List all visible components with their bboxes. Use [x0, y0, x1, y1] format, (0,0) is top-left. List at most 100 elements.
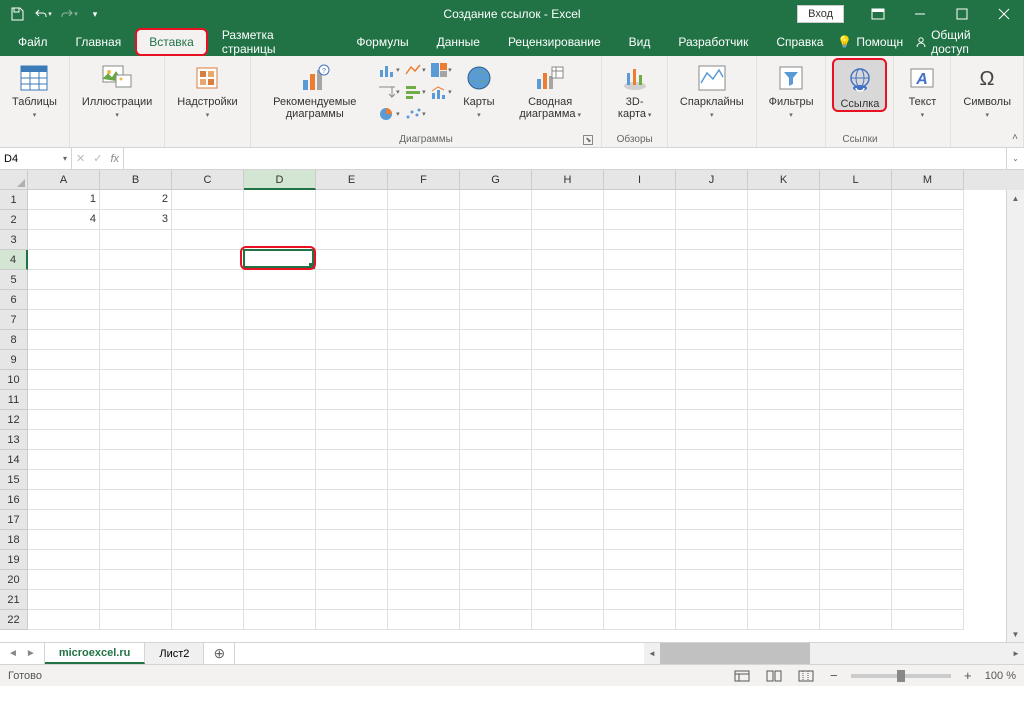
pivot-chart-button[interactable]: Сводная диаграмма ▾ [505, 58, 596, 122]
cell[interactable] [748, 390, 820, 410]
cell[interactable] [532, 290, 604, 310]
cell[interactable] [676, 190, 748, 210]
horizontal-scrollbar[interactable]: ◄ ► [644, 643, 1024, 664]
cell[interactable] [676, 470, 748, 490]
cell[interactable] [28, 510, 100, 530]
tab-view[interactable]: Вид [615, 28, 665, 56]
cell[interactable] [172, 570, 244, 590]
cell[interactable] [100, 290, 172, 310]
minimize-icon[interactable] [900, 0, 940, 28]
cell[interactable] [28, 430, 100, 450]
cell[interactable] [28, 370, 100, 390]
cell[interactable] [244, 350, 316, 370]
cell[interactable] [460, 470, 532, 490]
cell[interactable] [604, 610, 676, 630]
maximize-icon[interactable] [942, 0, 982, 28]
cell[interactable] [676, 290, 748, 310]
cell[interactable] [100, 510, 172, 530]
prev-sheet-icon[interactable]: ◄ [8, 648, 18, 659]
cell[interactable] [172, 190, 244, 210]
waterfall-chart-icon[interactable]: ▾ [377, 82, 401, 102]
login-button[interactable]: Вход [797, 5, 844, 23]
redo-icon[interactable]: ▾ [58, 3, 80, 25]
cell[interactable] [532, 230, 604, 250]
cell[interactable] [748, 250, 820, 270]
cell[interactable] [604, 190, 676, 210]
row-header[interactable]: 12 [0, 410, 28, 430]
tables-button[interactable]: Таблицы▾ [6, 58, 63, 122]
3d-map-button[interactable]: 3D-карта ▾ [608, 58, 660, 122]
cell[interactable] [172, 230, 244, 250]
formula-input[interactable] [124, 148, 1006, 169]
cell[interactable] [460, 610, 532, 630]
cell[interactable] [604, 570, 676, 590]
column-header[interactable]: E [316, 170, 388, 190]
scroll-right-icon[interactable]: ► [1008, 643, 1024, 664]
cell[interactable] [604, 450, 676, 470]
cell[interactable] [892, 310, 964, 330]
cell[interactable] [532, 410, 604, 430]
recommended-charts-button[interactable]: ? Рекомендуемые диаграммы [257, 58, 373, 120]
zoom-slider[interactable] [851, 674, 951, 678]
qat-customize-icon[interactable]: ▾ [84, 3, 106, 25]
cell[interactable] [604, 470, 676, 490]
ribbon-options-icon[interactable] [858, 0, 898, 28]
cell[interactable] [28, 410, 100, 430]
cell[interactable] [892, 490, 964, 510]
cell[interactable] [172, 330, 244, 350]
cell[interactable] [100, 310, 172, 330]
cell[interactable] [892, 550, 964, 570]
sparklines-button[interactable]: Спарклайны▾ [674, 58, 750, 122]
cell[interactable] [676, 430, 748, 450]
row-header[interactable]: 3 [0, 230, 28, 250]
cell[interactable] [244, 310, 316, 330]
cell[interactable] [100, 530, 172, 550]
cell[interactable] [892, 210, 964, 230]
cell[interactable] [892, 510, 964, 530]
cell[interactable] [172, 370, 244, 390]
row-header[interactable]: 5 [0, 270, 28, 290]
cell[interactable] [316, 210, 388, 230]
cell[interactable] [820, 490, 892, 510]
cell[interactable] [172, 470, 244, 490]
normal-view-icon[interactable] [731, 667, 753, 685]
cell[interactable] [748, 230, 820, 250]
cell[interactable] [532, 430, 604, 450]
cell[interactable] [460, 490, 532, 510]
hyperlink-button[interactable]: Ссылка [832, 58, 887, 112]
cell[interactable] [316, 370, 388, 390]
cell[interactable] [100, 270, 172, 290]
row-header[interactable]: 17 [0, 510, 28, 530]
cell[interactable] [748, 490, 820, 510]
charts-dialog-launcher[interactable]: ⬊ [583, 135, 593, 145]
scroll-down-icon[interactable]: ▼ [1007, 626, 1024, 642]
cell[interactable] [676, 530, 748, 550]
row-header[interactable]: 8 [0, 330, 28, 350]
cell[interactable] [892, 430, 964, 450]
cell[interactable] [100, 390, 172, 410]
cell[interactable] [676, 570, 748, 590]
cell[interactable] [604, 330, 676, 350]
cell[interactable] [388, 230, 460, 250]
cell[interactable] [28, 550, 100, 570]
tab-insert[interactable]: Вставка [135, 28, 208, 56]
save-icon[interactable] [6, 3, 28, 25]
scroll-left-icon[interactable]: ◄ [644, 643, 660, 664]
cell[interactable] [820, 450, 892, 470]
cell[interactable] [172, 310, 244, 330]
cell[interactable] [172, 390, 244, 410]
cell[interactable] [172, 490, 244, 510]
cell[interactable] [748, 610, 820, 630]
bar-chart-icon[interactable]: ▾ [403, 82, 427, 102]
row-header[interactable]: 13 [0, 430, 28, 450]
sheet-tab-active[interactable]: microexcel.ru [45, 643, 146, 664]
cell[interactable] [748, 190, 820, 210]
tab-file[interactable]: Файл [4, 28, 62, 56]
cell[interactable] [388, 350, 460, 370]
addins-button[interactable]: Надстройки▾ [171, 58, 243, 122]
tab-formulas[interactable]: Формулы [342, 28, 422, 56]
cell[interactable] [748, 450, 820, 470]
cell[interactable] [28, 270, 100, 290]
cell[interactable] [820, 210, 892, 230]
column-header[interactable]: J [676, 170, 748, 190]
